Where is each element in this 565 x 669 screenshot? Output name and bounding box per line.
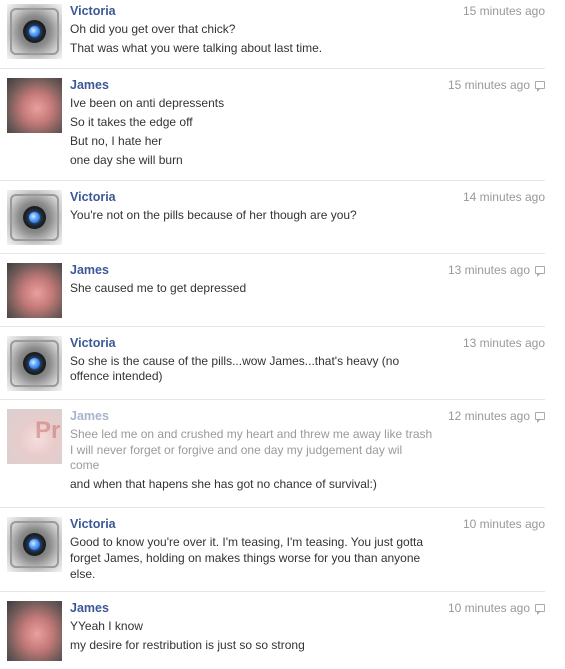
timestamp: 13 minutes ago: [463, 336, 545, 350]
message-body: Good to know you're over it. I'm teasing…: [70, 535, 465, 586]
timestamp-text: 13 minutes ago: [447, 263, 530, 277]
timestamp-text: 15 minutes ago: [447, 78, 530, 92]
message-item: Victoria 10 minutes ago Good to know you…: [0, 507, 545, 590]
reply-icon[interactable]: [535, 604, 545, 615]
message-line: YYeah I know: [70, 619, 143, 633]
message-item: James 10 minutes ago YYeah I know my des…: [0, 591, 545, 669]
timestamp: 10 minutes ago: [448, 601, 545, 615]
message-body: You're not on the pills because of her t…: [70, 208, 465, 227]
message-line: Good to know you're over it. I'm teasing…: [70, 535, 424, 549]
message-item: Pr James 12 minutes ago Shee led me on a…: [0, 399, 545, 506]
author-name[interactable]: Victoria: [70, 517, 116, 531]
message-item: Victoria 13 minutes ago So she is the ca…: [0, 326, 545, 397]
avatar[interactable]: Pr: [7, 409, 62, 464]
reply-icon[interactable]: [535, 412, 545, 423]
message-line: You're not on the pills because of her t…: [70, 208, 357, 222]
message-line: offence intended): [70, 369, 163, 383]
avatar[interactable]: [7, 517, 62, 572]
message-line: That was what you were talking about las…: [70, 41, 323, 55]
timestamp: 15 minutes ago: [448, 78, 545, 92]
message-line: my desire for restribution is just so so…: [70, 638, 305, 652]
author-name[interactable]: Victoria: [70, 4, 116, 18]
message-body: Ive been on anti depressents So it takes…: [70, 96, 465, 172]
message-body: YYeah I know my desire for restribution …: [70, 619, 465, 657]
timestamp: 13 minutes ago: [448, 263, 545, 277]
message-line: She caused me to get depressed: [70, 281, 247, 295]
message-line: Oh did you get over that chick?: [70, 22, 236, 36]
message-body: She caused me to get depressed: [70, 281, 465, 300]
robot-eye-icon: [29, 358, 40, 369]
message-item: James 13 minutes ago She caused me to ge…: [0, 253, 545, 324]
message-line: and when that hapens she has got no chan…: [70, 477, 377, 491]
avatar[interactable]: [7, 4, 62, 59]
avatar[interactable]: [7, 263, 62, 318]
avatar[interactable]: [7, 78, 62, 133]
author-name[interactable]: Victoria: [70, 190, 116, 204]
robot-eye-icon: [29, 26, 40, 37]
avatar-watermark: Pr: [35, 417, 61, 444]
message-body: Shee led me on and crushed my heart and …: [70, 427, 465, 496]
message-line: Shee led me on and crushed my heart and …: [70, 427, 433, 441]
avatar[interactable]: [7, 601, 62, 661]
timestamp-text: 13 minutes ago: [462, 336, 545, 350]
timestamp-text: 12 minutes ago: [447, 409, 530, 423]
message-line: So she is the cause of the pills...wow J…: [70, 354, 400, 368]
author-name[interactable]: Victoria: [70, 336, 116, 350]
message-line: So it takes the edge off: [70, 115, 193, 129]
timestamp-text: 10 minutes ago: [462, 517, 545, 531]
author-name[interactable]: James: [70, 263, 109, 277]
timestamp: 14 minutes ago: [463, 190, 545, 204]
author-name[interactable]: James: [70, 78, 109, 92]
message-item: Victoria 15 minutes ago Oh did you get o…: [0, 0, 545, 66]
robot-eye-icon: [29, 212, 40, 223]
robot-eye-icon: [29, 539, 40, 550]
avatar[interactable]: [7, 190, 62, 245]
message-line: else.: [70, 567, 96, 581]
message-body: So she is the cause of the pills...wow J…: [70, 354, 465, 388]
reply-icon[interactable]: [535, 81, 545, 92]
author-name[interactable]: James: [70, 409, 109, 423]
timestamp-text: 14 minutes ago: [462, 190, 545, 204]
author-name[interactable]: James: [70, 601, 109, 615]
message-line: I will never forget or forgive and one d…: [70, 443, 403, 457]
message-line: one day she will burn: [70, 153, 183, 167]
timestamp-text: 10 minutes ago: [447, 601, 530, 615]
avatar[interactable]: [7, 336, 62, 391]
timestamp: 12 minutes ago: [448, 409, 545, 423]
message-body: Oh did you get over that chick? That was…: [70, 22, 465, 60]
message-line: forget James, holding on makes things wo…: [70, 551, 421, 565]
message-line: But no, I hate her: [70, 134, 163, 148]
timestamp: 10 minutes ago: [463, 517, 545, 531]
message-thread: Victoria 15 minutes ago Oh did you get o…: [0, 0, 565, 668]
timestamp-text: 15 minutes ago: [462, 4, 545, 18]
message-line: come: [70, 458, 100, 472]
message-line: Ive been on anti depressents: [70, 96, 225, 110]
message-item: James 15 minutes ago Ive been on anti de…: [0, 68, 545, 179]
message-item: Victoria 14 minutes ago You're not on th…: [0, 180, 545, 251]
reply-icon[interactable]: [535, 266, 545, 277]
timestamp: 15 minutes ago: [463, 4, 545, 18]
